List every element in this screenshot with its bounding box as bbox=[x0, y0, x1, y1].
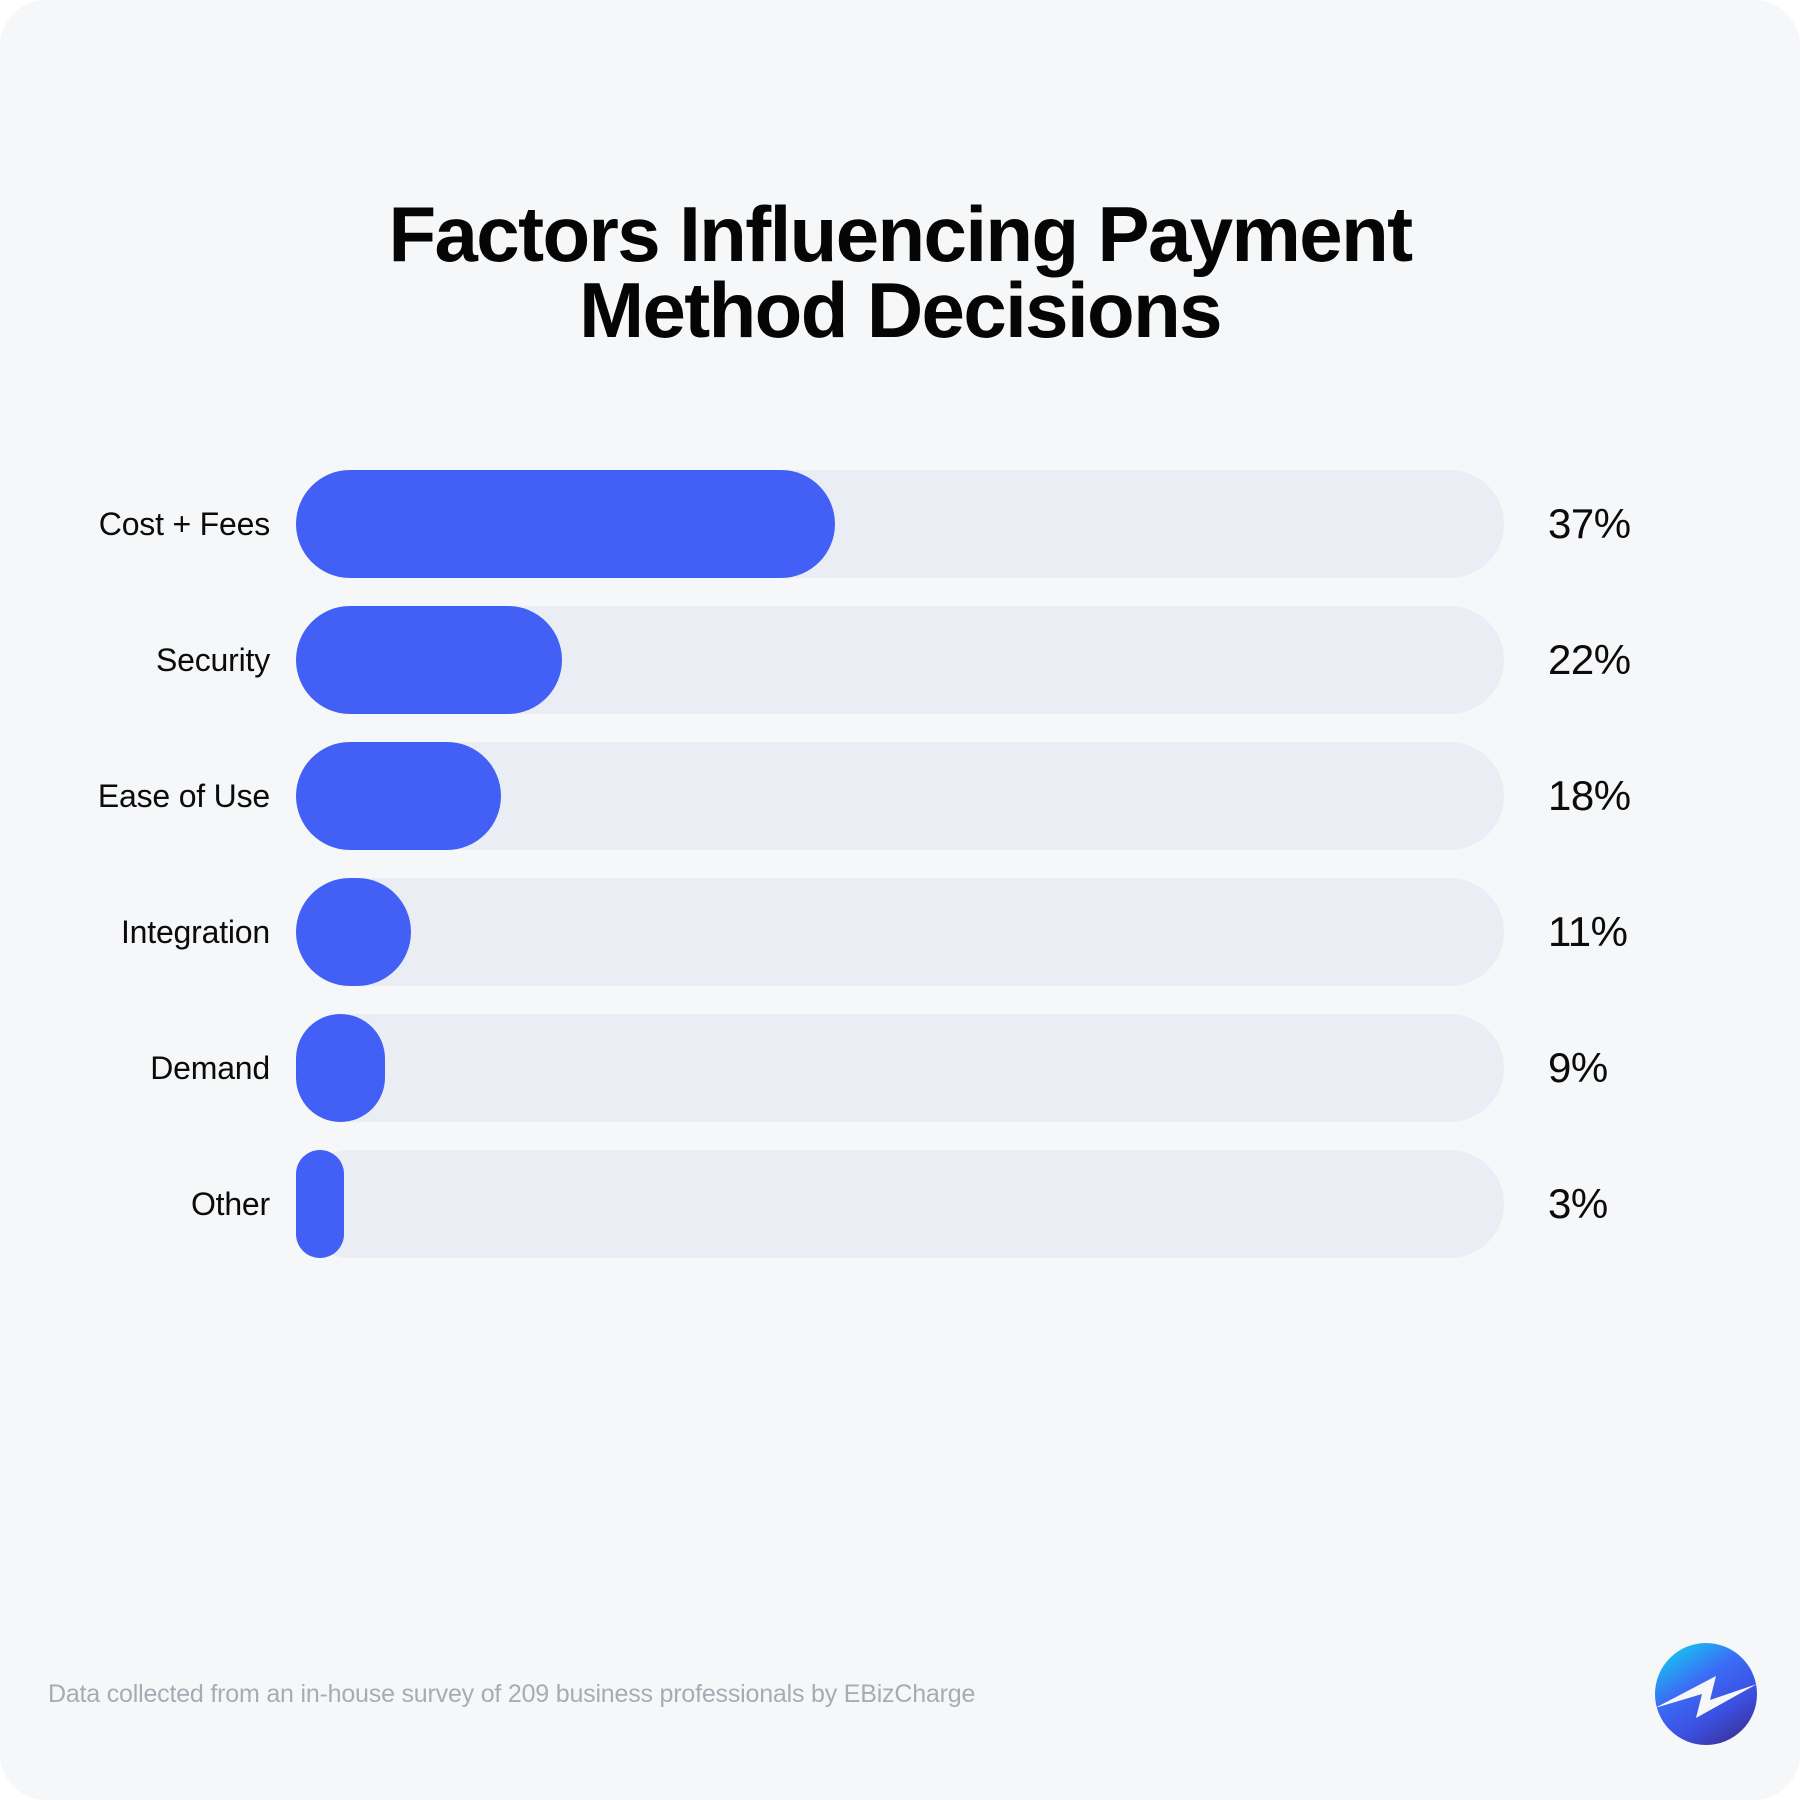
source-note: Data collected from an in-house survey o… bbox=[48, 1680, 976, 1708]
chart-row: Other 3% bbox=[0, 1150, 1800, 1258]
category-label: Integration bbox=[120, 913, 270, 950]
page-title: Factors Influencing Payment Method Decis… bbox=[0, 190, 1800, 355]
value-label: 9% bbox=[1548, 1044, 1608, 1091]
bar-fill bbox=[296, 742, 502, 850]
chart-card: Factors Influencing Payment Method Decis… bbox=[0, 0, 1800, 1800]
bar-track bbox=[296, 1150, 1504, 1258]
category-label: Cost + Fees bbox=[98, 505, 270, 542]
chart-row: Cost + Fees 37% bbox=[0, 470, 1800, 578]
category-label: Demand bbox=[150, 1049, 270, 1086]
bar-fill bbox=[296, 1150, 345, 1258]
value-label: 11% bbox=[1548, 908, 1628, 955]
bar-fill bbox=[296, 878, 411, 986]
value-label: 3% bbox=[1548, 1180, 1608, 1227]
category-label: Other bbox=[190, 1185, 270, 1222]
category-label: Security bbox=[156, 641, 270, 678]
bar-fill bbox=[296, 606, 562, 714]
value-label: 37% bbox=[1548, 500, 1631, 547]
bar-track bbox=[296, 742, 1504, 850]
chart-row: Demand 9% bbox=[0, 1014, 1800, 1122]
bar-fill bbox=[296, 1014, 386, 1122]
bar-track bbox=[296, 470, 1504, 578]
bar-fill bbox=[296, 470, 835, 578]
ebizcharge-logo bbox=[1650, 1638, 1762, 1750]
bar-chart: Cost + Fees 37% Security 22% Ease of Use 18% I… bbox=[0, 470, 1800, 1310]
category-label: Ease of Use bbox=[97, 777, 270, 814]
page-title-line-2: Method Decisions bbox=[579, 266, 1222, 355]
chart-row: Integration 11% bbox=[0, 878, 1800, 986]
value-label: 18% bbox=[1548, 772, 1631, 819]
bar-track bbox=[296, 606, 1504, 714]
bar-track bbox=[296, 1014, 1504, 1122]
chart-row: Ease of Use 18% bbox=[0, 742, 1800, 850]
value-label: 22% bbox=[1548, 636, 1631, 683]
page-title-line-1: Factors Influencing Payment bbox=[388, 190, 1413, 278]
bar-track bbox=[296, 878, 1504, 986]
chart-row: Security 22% bbox=[0, 606, 1800, 714]
